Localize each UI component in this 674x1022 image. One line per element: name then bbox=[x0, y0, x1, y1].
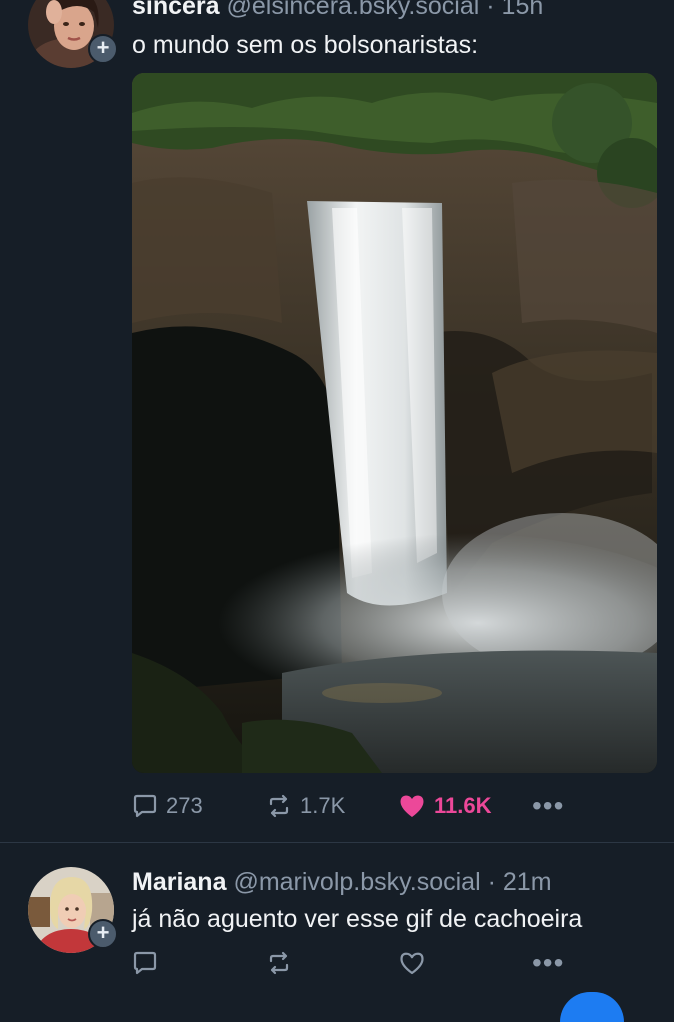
display-name[interactable]: sincera bbox=[132, 0, 220, 20]
waterfall-image-icon bbox=[132, 73, 657, 773]
like-count: 11.6K bbox=[434, 793, 492, 818]
heart-filled-icon bbox=[400, 795, 424, 817]
timestamp[interactable]: 15h bbox=[502, 0, 544, 20]
repost-icon bbox=[269, 794, 289, 818]
avatar-mariana[interactable]: + bbox=[28, 867, 118, 953]
follow-plus-icon[interactable]: + bbox=[88, 919, 118, 949]
post-header: Mariana @marivolp.bsky.social · 21m bbox=[132, 866, 552, 898]
reply-bubble-icon bbox=[133, 951, 157, 975]
more-dots-icon: ••• bbox=[532, 947, 565, 978]
handle[interactable]: @elsincera.bsky.social bbox=[227, 0, 480, 20]
post-actions: ••• bbox=[132, 943, 652, 983]
repost-count: 1.7K bbox=[300, 793, 346, 818]
reply-bubble-icon bbox=[133, 794, 157, 818]
repost-icon bbox=[269, 951, 289, 975]
like-button[interactable] bbox=[398, 943, 426, 983]
reply-count: 273 bbox=[166, 793, 203, 818]
handle[interactable]: @marivolp.bsky.social bbox=[233, 868, 480, 896]
post-sincera[interactable]: + sincera @elsincera.bsky.social · 15h o… bbox=[0, 0, 674, 842]
display-name[interactable]: Mariana bbox=[132, 868, 226, 896]
more-options-button[interactable]: ••• bbox=[532, 943, 564, 983]
post-actions: 273 1.7K 11.6K ••• bbox=[132, 786, 652, 826]
avatar-sincera[interactable]: + bbox=[28, 0, 118, 68]
repost-button[interactable] bbox=[266, 943, 292, 983]
waterfall-gif-media[interactable] bbox=[132, 73, 657, 773]
post-header: sincera @elsincera.bsky.social · 15h bbox=[132, 0, 543, 22]
separator: · bbox=[486, 0, 495, 20]
heart-outline-icon bbox=[400, 952, 424, 975]
separator: · bbox=[487, 868, 496, 896]
reply-button[interactable] bbox=[132, 943, 158, 983]
timestamp[interactable]: 21m bbox=[503, 868, 552, 896]
post-text: já não aguento ver esse gif de cachoeira bbox=[132, 905, 583, 933]
like-button[interactable]: 11.6K bbox=[398, 786, 492, 826]
follow-plus-icon[interactable]: + bbox=[88, 34, 118, 64]
repost-button[interactable]: 1.7K bbox=[266, 786, 345, 826]
more-options-button[interactable]: ••• bbox=[532, 786, 564, 826]
reply-button[interactable]: 273 bbox=[132, 786, 203, 826]
post-text: o mundo sem os bolsonaristas: bbox=[132, 31, 479, 59]
post-mariana[interactable]: + Mariana @marivolp.bsky.social · 21m já… bbox=[0, 843, 674, 1000]
more-dots-icon: ••• bbox=[532, 790, 565, 821]
